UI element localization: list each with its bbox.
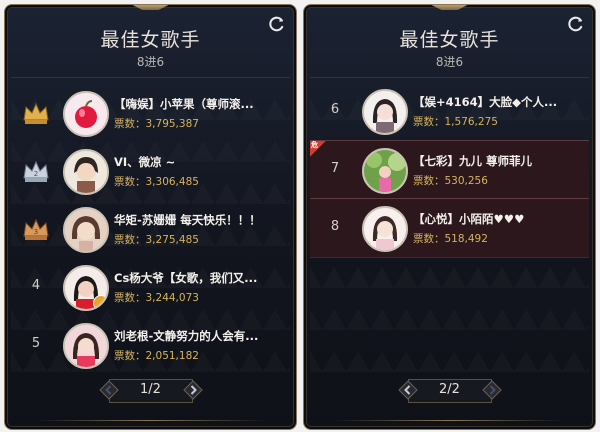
entry-votes: 票数：1,576,275 bbox=[413, 116, 498, 128]
list-item-highlighted[interactable]: 危 7 【七彩】九儿 尊师菲儿 票数：530,256 bbox=[310, 140, 589, 200]
divider bbox=[334, 420, 565, 421]
avatar[interactable] bbox=[63, 91, 109, 137]
pagination: 2/2 bbox=[397, 379, 502, 403]
list-item[interactable]: 8 【心悦】小陌陌♥♥♥ 票数：518,492 bbox=[310, 198, 589, 258]
rank-number: 4 bbox=[31, 278, 41, 293]
avatar[interactable] bbox=[362, 206, 408, 252]
avatar[interactable] bbox=[63, 323, 109, 369]
panel-subtitle: 8进6 bbox=[136, 55, 165, 69]
entry-name: 【娱+4164】大脸◆个人... bbox=[413, 95, 558, 109]
corner-badge-label: 危 bbox=[311, 141, 318, 149]
rank-number: 6 bbox=[330, 102, 340, 117]
avatar[interactable] bbox=[362, 89, 408, 135]
entry-votes: 票数：3,244,073 bbox=[114, 292, 199, 304]
panel-title: 最佳女歌手 bbox=[100, 29, 201, 51]
live-badge-icon bbox=[93, 295, 107, 309]
list-item[interactable]: 6 【娱+4164】大脸◆个人... 票数：1,576,275 bbox=[310, 82, 589, 140]
entry-name: VI、微凉 ~ bbox=[114, 155, 176, 169]
divider bbox=[35, 420, 266, 421]
avatar[interactable] bbox=[63, 207, 109, 253]
refresh-icon[interactable] bbox=[268, 15, 286, 33]
entry-votes: 票数：518,492 bbox=[413, 233, 488, 245]
rank-number: 5 bbox=[31, 336, 41, 351]
entry-name: Cs杨大爷【女歌，我们又... bbox=[114, 271, 258, 285]
list-item[interactable]: 4 Cs杨大爷【女歌，我们又... 票数：3,244,073 bbox=[11, 258, 290, 316]
avatar[interactable] bbox=[63, 265, 109, 311]
entry-votes: 票数：3,306,485 bbox=[114, 176, 199, 188]
panel-title: 最佳女歌手 bbox=[399, 29, 500, 51]
entry-name: 【七彩】九儿 尊师菲儿 bbox=[413, 154, 533, 168]
list-item[interactable]: 5 刘老根-文静努力的人会有... 票数：2,051,182 bbox=[11, 316, 290, 374]
crown-bronze-icon: 3 bbox=[23, 218, 49, 240]
panel-top-ornament bbox=[130, 5, 171, 10]
list-item[interactable]: 2 VI、微凉 ~ 票数：3,306,485 bbox=[11, 142, 290, 200]
ranking-panel-page-2: 最佳女歌手 8进6 6 【娱+4164】大脸◆个人... 票数：1,576,27… bbox=[303, 4, 596, 430]
entry-name: 【嗨娱】小苹果（尊师滚... bbox=[114, 97, 254, 111]
pagination: 1/2 bbox=[98, 379, 203, 403]
rank-number: 8 bbox=[330, 219, 340, 234]
crown-silver-icon: 2 bbox=[23, 160, 49, 182]
list-item[interactable]: 3 华矩-苏姗姗 每天快乐！！！ 票数：3,275,485 bbox=[11, 200, 290, 258]
crown-rank-label: 3 bbox=[34, 228, 38, 236]
panel-top-ornament bbox=[429, 5, 470, 10]
entry-votes: 票数：3,275,485 bbox=[114, 234, 199, 246]
rank-number: 7 bbox=[330, 161, 340, 176]
chevron-right-icon[interactable] bbox=[182, 380, 203, 400]
avatar[interactable] bbox=[362, 148, 408, 194]
chevron-right-icon[interactable] bbox=[481, 380, 502, 400]
entry-votes: 票数：2,051,182 bbox=[114, 350, 199, 362]
entry-name: 华矩-苏姗姗 每天快乐！！！ bbox=[114, 213, 261, 227]
list-item[interactable]: 【嗨娱】小苹果（尊师滚... 票数：3,795,387 bbox=[11, 84, 290, 142]
crown-rank-label: 2 bbox=[34, 170, 38, 178]
entry-votes: 票数：3,795,387 bbox=[114, 118, 199, 130]
ranking-list: 【嗨娱】小苹果（尊师滚... 票数：3,795,387 2 VI、微凉 ~ 票数… bbox=[11, 77, 290, 393]
crown-gold-icon bbox=[23, 102, 49, 124]
warning-corner-badge: 危 bbox=[310, 141, 326, 157]
ranking-panel-page-1: 最佳女歌手 8进6 【嗨娱】小苹果（尊师滚... 票数：3,795,387 2 … bbox=[4, 4, 297, 430]
refresh-icon[interactable] bbox=[567, 15, 585, 33]
entry-votes: 票数：530,256 bbox=[413, 175, 488, 187]
ranking-list: 6 【娱+4164】大脸◆个人... 票数：1,576,275 危 7 【七彩】… bbox=[310, 77, 589, 393]
avatar[interactable] bbox=[63, 149, 109, 195]
panel-subtitle: 8进6 bbox=[435, 55, 464, 69]
entry-name: 刘老根-文静努力的人会有... bbox=[114, 329, 259, 343]
entry-name: 【心悦】小陌陌♥♥♥ bbox=[413, 212, 525, 226]
